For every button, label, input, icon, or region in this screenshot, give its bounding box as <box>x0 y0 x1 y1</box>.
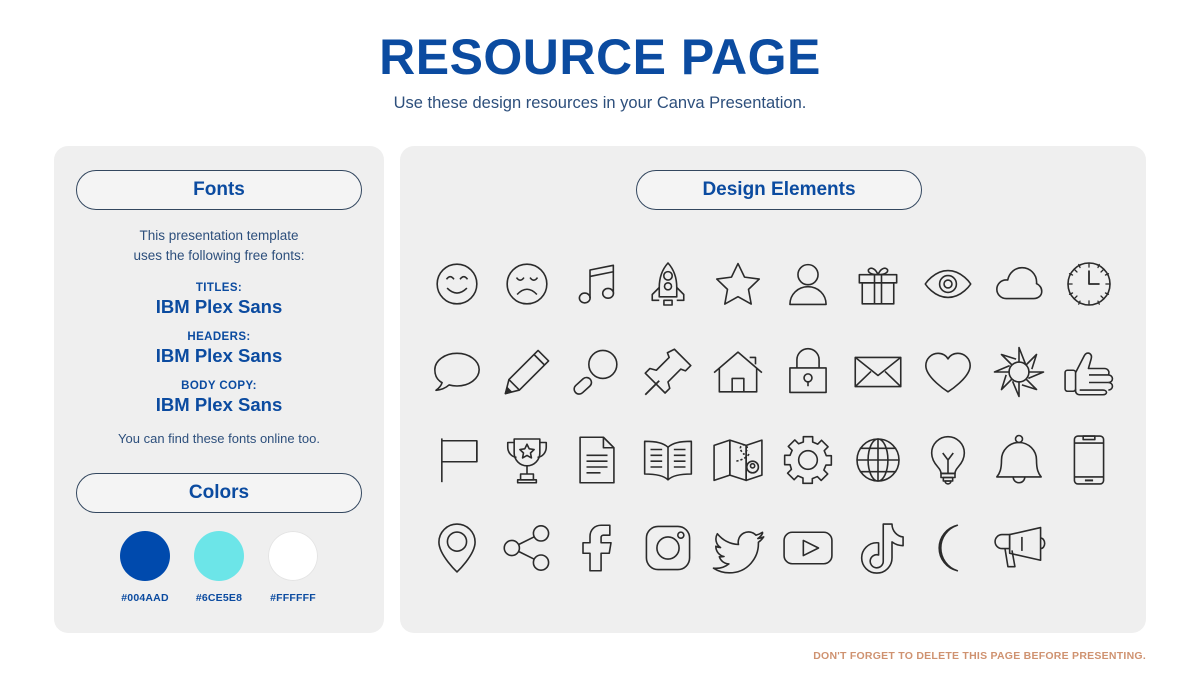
slide-canvas: RESOURCE PAGE Use these design resources… <box>0 0 1200 675</box>
color-hex-label: #004AAD <box>121 592 169 604</box>
fonts-intro-line-2: uses the following free fonts: <box>133 247 305 263</box>
gear-icon[interactable] <box>780 432 836 488</box>
megaphone-icon[interactable] <box>991 520 1047 576</box>
map-icon[interactable] <box>710 432 766 488</box>
design-elements-icon-grid <box>422 240 1124 592</box>
color-hex-label: #6CE5E8 <box>195 592 243 604</box>
bell-icon[interactable] <box>991 432 1047 488</box>
fonts-intro-text: This presentation template uses the foll… <box>54 226 384 265</box>
rocket-icon[interactable] <box>640 256 696 312</box>
gift-icon[interactable] <box>850 256 906 312</box>
house-icon[interactable] <box>710 344 766 400</box>
design-elements-section-label: Design Elements <box>702 179 856 200</box>
facebook-icon[interactable] <box>569 520 625 576</box>
design-elements-section-header: Design Elements <box>636 170 922 210</box>
cloud-icon[interactable] <box>991 256 1047 312</box>
twitter-icon[interactable] <box>710 520 766 576</box>
font-role-label: BODY COPY: <box>181 380 257 392</box>
design-elements-panel: Design Elements <box>400 146 1146 633</box>
sad-face-icon[interactable] <box>499 256 555 312</box>
speech-bubble-icon[interactable] <box>429 344 485 400</box>
fonts-section-header: Fonts <box>76 170 362 210</box>
envelope-icon[interactable] <box>850 344 906 400</box>
font-role-label: HEADERS: <box>187 331 251 343</box>
book-icon[interactable] <box>640 432 696 488</box>
location-pin-icon[interactable] <box>429 520 485 576</box>
font-family-name: IBM Plex Sans <box>155 394 283 415</box>
share-icon[interactable] <box>499 520 555 576</box>
eye-icon[interactable] <box>920 256 976 312</box>
lock-icon[interactable] <box>780 344 836 400</box>
fonts-section-label: Fonts <box>193 179 245 200</box>
color-swatch-dot <box>194 531 244 581</box>
fonts-and-colors-panel: Fonts This presentation template uses th… <box>54 146 384 633</box>
lightbulb-icon[interactable] <box>920 432 976 488</box>
font-family-name: IBM Plex Sans <box>155 296 283 317</box>
font-family-name: IBM Plex Sans <box>155 345 283 366</box>
globe-icon[interactable] <box>850 432 906 488</box>
page-subtitle: Use these design resources in your Canva… <box>393 94 807 112</box>
color-swatch-dot <box>120 531 170 581</box>
colors-section-label: Colors <box>188 482 250 503</box>
font-entry-body-copy: BODY COPY: IBM Plex Sans <box>54 380 384 416</box>
magnifying-glass-icon[interactable] <box>569 344 625 400</box>
tiktok-icon[interactable] <box>850 520 906 576</box>
fonts-intro-line-1: This presentation template <box>139 228 299 243</box>
page-title: RESOURCE PAGE <box>379 29 821 85</box>
pencil-icon[interactable] <box>499 344 555 400</box>
color-swatch-item[interactable]: #6CE5E8 <box>188 531 250 604</box>
heart-icon[interactable] <box>920 344 976 400</box>
font-role-label: TITLES: <box>195 282 243 294</box>
pushpin-icon[interactable] <box>640 344 696 400</box>
instagram-icon[interactable] <box>640 520 696 576</box>
trophy-icon[interactable] <box>499 432 555 488</box>
fonts-outro-text: You can find these fonts online too. <box>118 431 320 446</box>
color-hex-label: #FFFFFF <box>270 592 316 604</box>
color-swatch-item[interactable]: #FFFFFF <box>262 531 324 604</box>
smiley-face-icon[interactable] <box>429 256 485 312</box>
thumbs-up-icon[interactable] <box>1061 344 1117 400</box>
sun-icon[interactable] <box>991 344 1047 400</box>
document-icon[interactable] <box>569 432 625 488</box>
delete-page-reminder: DON'T FORGET TO DELETE THIS PAGE BEFORE … <box>813 650 1146 662</box>
smartphone-icon[interactable] <box>1061 432 1117 488</box>
clock-icon[interactable] <box>1061 256 1117 312</box>
person-icon[interactable] <box>780 256 836 312</box>
font-entry-titles: TITLES: IBM Plex Sans <box>54 282 384 318</box>
color-swatch-row: #004AAD #6CE5E8 #FFFFFF <box>54 531 384 604</box>
color-swatch-dot <box>268 531 318 581</box>
colors-section-header: Colors <box>76 473 362 513</box>
star-icon[interactable] <box>710 256 766 312</box>
font-entry-headers: HEADERS: IBM Plex Sans <box>54 331 384 367</box>
music-note-icon[interactable] <box>569 256 625 312</box>
moon-icon[interactable] <box>920 520 976 576</box>
youtube-icon[interactable] <box>780 520 836 576</box>
flag-icon[interactable] <box>429 432 485 488</box>
color-swatch-item[interactable]: #004AAD <box>114 531 176 604</box>
